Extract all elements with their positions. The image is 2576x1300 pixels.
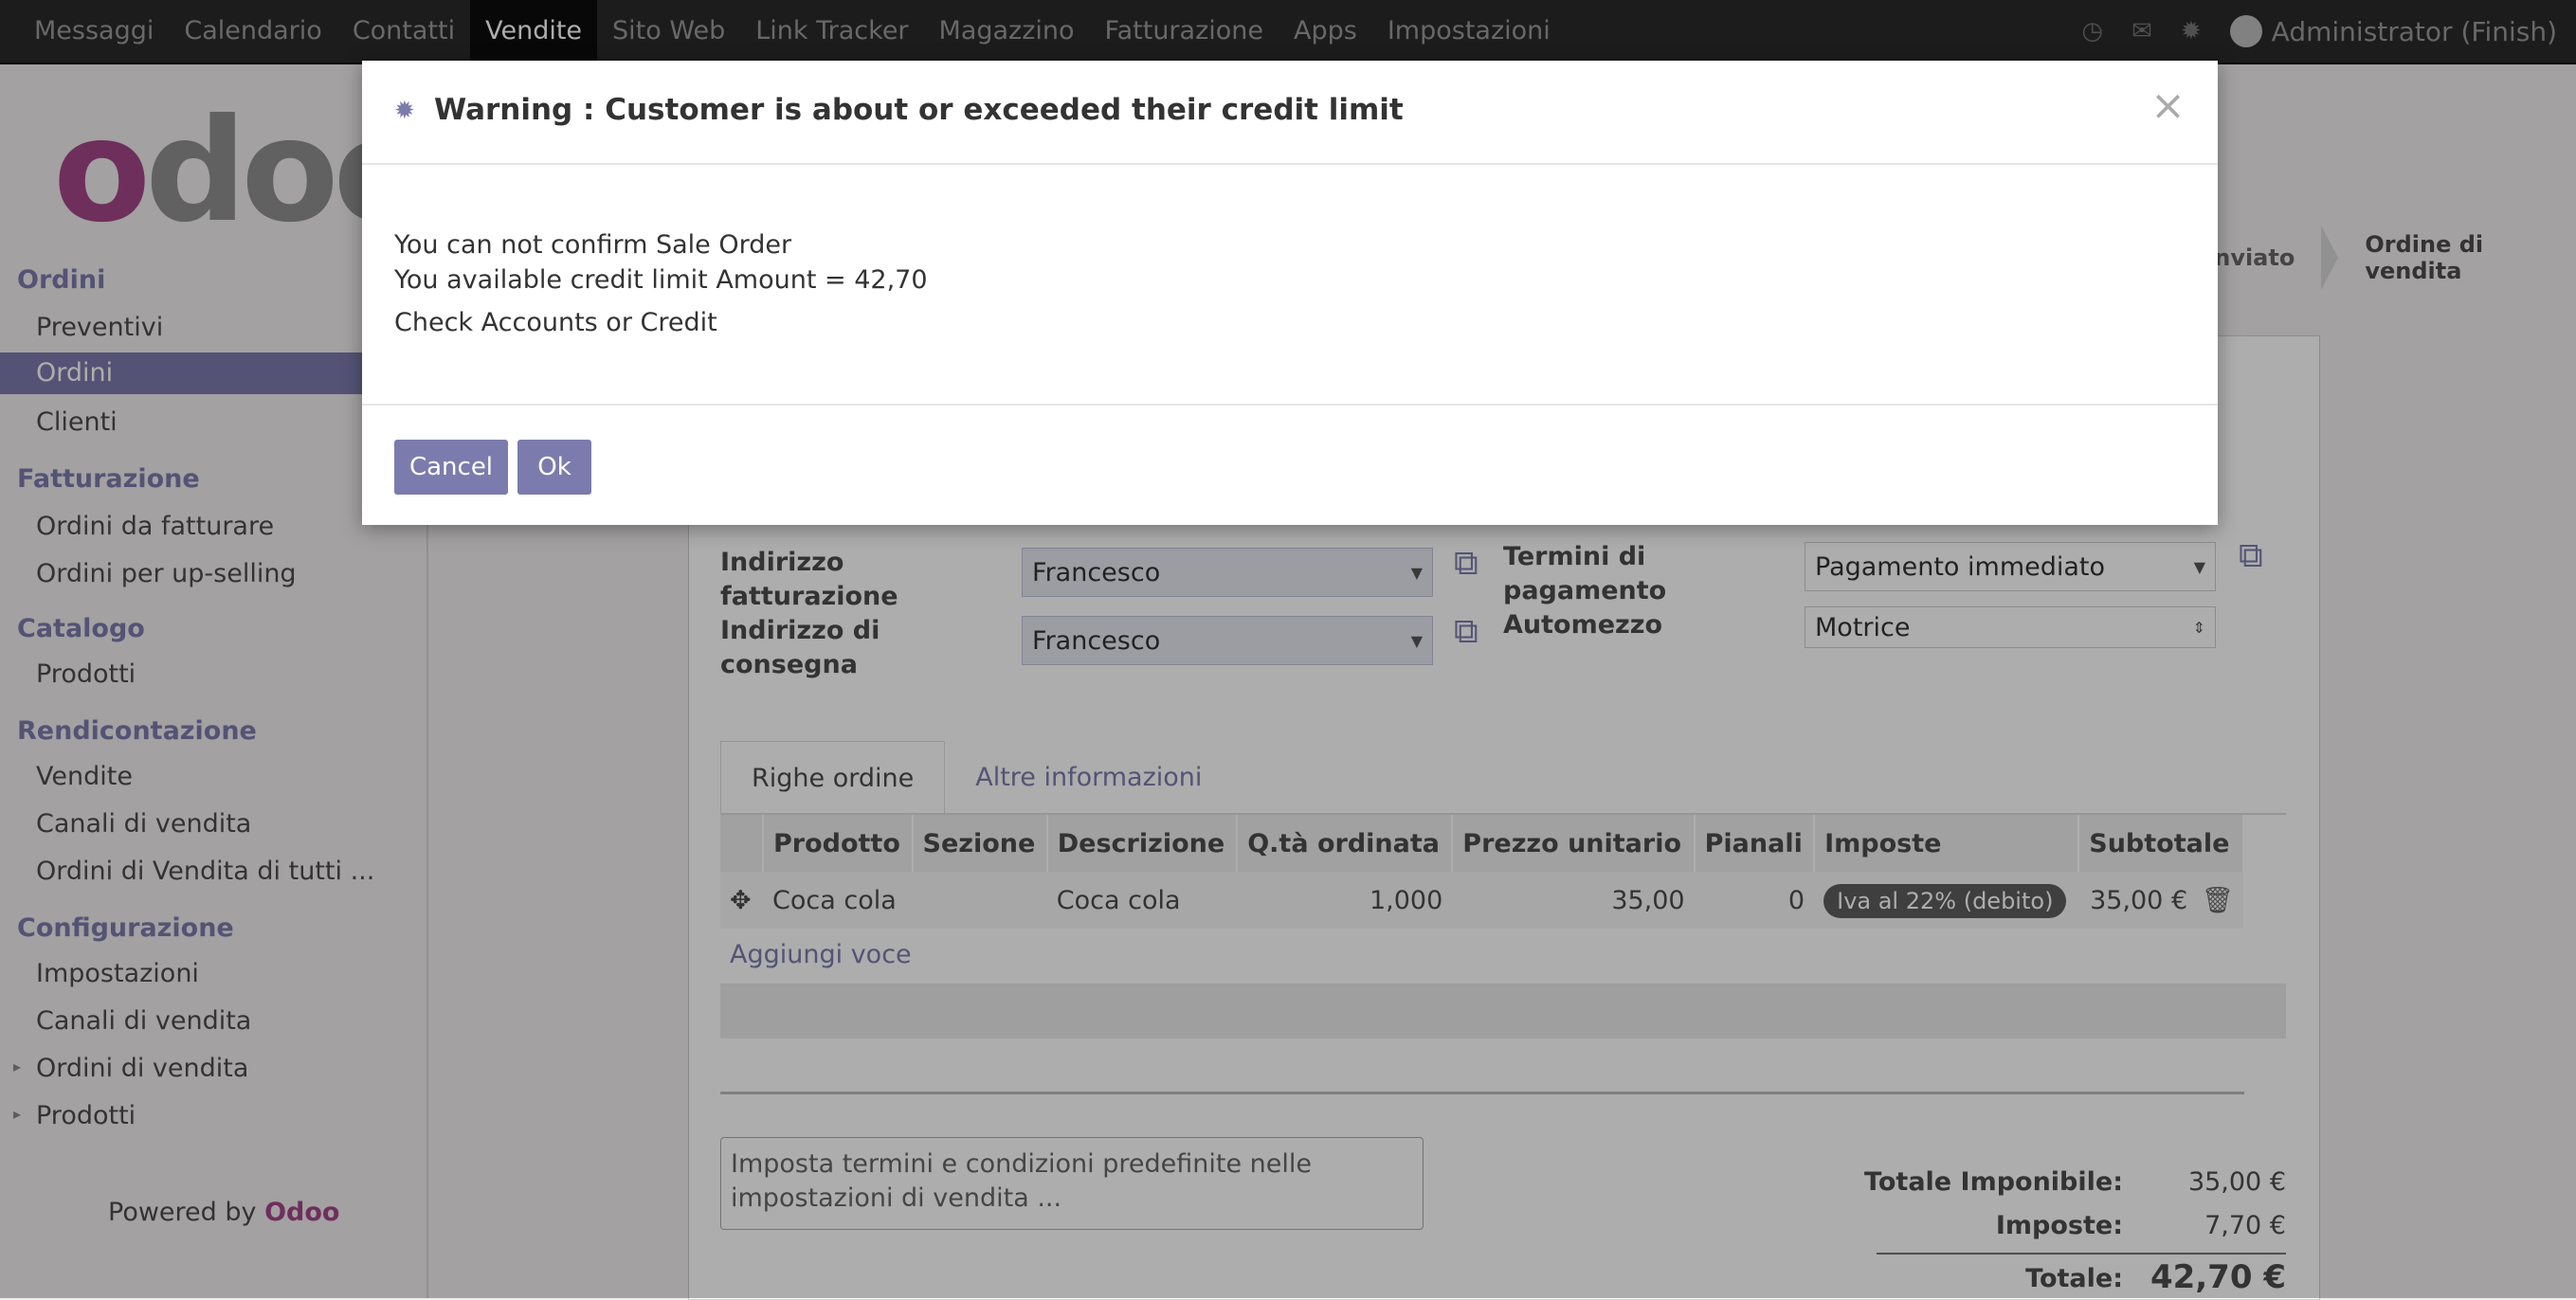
dialog-message-line: Check Accounts or Credit (394, 308, 717, 337)
dialog-header: ✹ Warning : Customer is about or exceede… (362, 61, 2218, 165)
cancel-button[interactable]: Cancel (394, 440, 508, 495)
ok-button[interactable]: Ok (517, 440, 591, 495)
bug-icon: ✹ (394, 97, 415, 125)
close-icon[interactable]: × (2150, 81, 2186, 130)
dialog-message-line: You available credit limit Amount = 42,7… (394, 265, 928, 295)
warning-dialog: ✹ Warning : Customer is about or exceede… (362, 61, 2218, 525)
dialog-body: You can not confirm Sale Order You avail… (394, 227, 928, 340)
dialog-footer (362, 404, 2218, 527)
dialog-message-line: You can not confirm Sale Order (394, 230, 792, 260)
dialog-title: Warning : Customer is about or exceeded … (434, 93, 1404, 127)
